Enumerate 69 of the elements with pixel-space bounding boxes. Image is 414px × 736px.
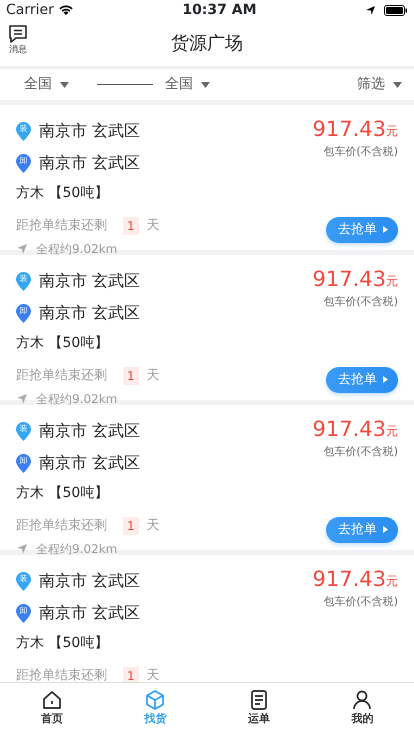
cargo-info: 方木 【50吨】 (16, 634, 110, 653)
countdown-label: 距抢单结束还剩 (16, 667, 107, 682)
message-icon (8, 24, 28, 44)
place-name: 南京市 玄武区 (39, 420, 140, 442)
cube-icon (144, 689, 166, 711)
countdown-value: 1 (123, 366, 139, 385)
filter-dropdown[interactable]: 全国 (24, 74, 69, 95)
message-button[interactable]: 消息 (8, 24, 28, 58)
place-name: 南京市 玄武区 (39, 302, 140, 324)
countdown-label: 距抢单结束还剩 (16, 517, 107, 535)
pin-icon: 卸 (16, 304, 31, 322)
countdown-value: 1 (123, 516, 139, 535)
pin-icon: 装 (16, 422, 31, 440)
place-name: 南京市 玄武区 (39, 270, 140, 292)
place-name: 南京市 玄武区 (39, 602, 140, 624)
price-text: 917.43元 (312, 269, 398, 290)
pin-icon: 卸 (16, 454, 31, 472)
price-text: 917.43元 (312, 569, 398, 590)
pin-icon: 装 (16, 272, 31, 290)
price-note: 包车价(不含税) (323, 294, 398, 310)
page-title: 货源广场 (171, 32, 243, 56)
wifi-icon (58, 4, 74, 16)
cargo-info: 方木 【50吨】 (16, 334, 110, 353)
countdown-value: 1 (123, 666, 139, 682)
pin-icon: 卸 (16, 604, 31, 622)
tab-item[interactable]: 运单 (207, 683, 310, 736)
caret-icon (60, 82, 69, 88)
location-arrow-icon (16, 242, 28, 254)
location-arrow-icon (16, 392, 28, 404)
price-note: 包车价(不含税) (323, 594, 398, 610)
price-text: 917.43元 (312, 419, 398, 440)
cargo-info: 方木 【50吨】 (16, 484, 110, 503)
countdown-unit: 天 (146, 517, 160, 535)
distance-text: 全程约9.02km (36, 390, 118, 408)
caret-icon (393, 82, 402, 88)
price-note: 包车价(不含税) (323, 444, 398, 460)
pin-icon: 卸 (16, 154, 31, 172)
caret-icon (383, 526, 388, 534)
price-text: 917.43元 (312, 119, 398, 140)
cargo-info: 方木 【50吨】 (16, 184, 110, 203)
place-name: 南京市 玄武区 (39, 570, 140, 592)
status-time: 10:37 AM (182, 0, 257, 20)
pin-icon: 装 (16, 572, 31, 590)
location-arrow-icon (16, 542, 28, 554)
place-name: 南京市 玄武区 (39, 120, 140, 142)
caret-icon (383, 226, 388, 234)
home-icon (40, 689, 63, 711)
caret-icon (201, 82, 210, 88)
tab-item[interactable]: 我的 (310, 683, 414, 736)
filter-dropdown[interactable]: 全国 (165, 74, 210, 95)
place-name: 南京市 玄武区 (39, 152, 140, 174)
countdown-unit: 天 (146, 667, 160, 682)
place-name: 南京市 玄武区 (39, 452, 140, 474)
price-note: 包车价(不含税) (323, 144, 398, 160)
distance-text: 全程约9.02km (36, 540, 118, 558)
caret-icon (383, 376, 388, 384)
carrier-name: Carrier (6, 0, 54, 20)
distance-text: 全程约9.02km (36, 240, 118, 258)
battery-icon (384, 4, 408, 16)
countdown-label: 距抢单结束还剩 (16, 367, 107, 385)
tab-item[interactable]: 首页 (0, 683, 104, 736)
pin-icon: 装 (16, 122, 31, 140)
countdown-unit: 天 (146, 217, 160, 235)
countdown-label: 距抢单结束还剩 (16, 217, 107, 235)
person-icon (351, 689, 374, 711)
countdown-unit: 天 (146, 367, 160, 385)
countdown-value: 1 (123, 216, 139, 235)
location-arrow-icon (364, 4, 376, 16)
filter-dropdown[interactable]: 筛选 (357, 74, 402, 95)
